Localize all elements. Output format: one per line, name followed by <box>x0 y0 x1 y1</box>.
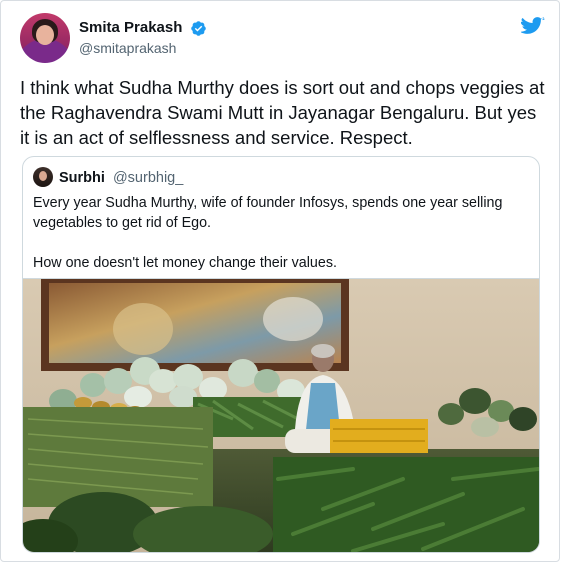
quoted-author-handle[interactable]: @surbhig_ <box>113 170 183 186</box>
photo-yellow-crate <box>330 419 428 453</box>
avatar-face <box>36 25 54 45</box>
author-display-name[interactable]: Smita Prakash <box>79 19 182 37</box>
quoted-text-line-2: How one doesn't let money change their v… <box>33 255 337 271</box>
quoted-author-display-name[interactable]: Surbhi <box>59 170 105 186</box>
photo-cucumbers <box>273 457 539 552</box>
twitter-bird-icon[interactable] <box>521 17 545 37</box>
quoted-tweet-text: Every year Sudha Murthy, wife of founder… <box>33 193 533 273</box>
tweet-card[interactable]: Smita Prakash @smitaprakash I think what… <box>0 0 560 562</box>
tweet-text: I think what Sudha Murthy does is sort o… <box>20 77 545 148</box>
quoted-text-line-1: Every year Sudha Murthy, wife of founder… <box>33 195 503 231</box>
verified-badge-icon <box>191 20 206 36</box>
quoted-author-info: Surbhi @surbhig_ <box>59 169 183 187</box>
quoted-author-avatar[interactable] <box>33 167 53 187</box>
photo-painting-figure <box>113 303 173 355</box>
quoted-avatar-face <box>39 171 47 181</box>
quoted-tweet[interactable]: Surbhi @surbhig_ Every year Sudha Murthy… <box>22 156 540 553</box>
author-info: Smita Prakash @smitaprakash <box>79 19 207 57</box>
author-handle[interactable]: @smitaprakash <box>79 39 207 57</box>
photo-painting-animal <box>263 297 323 341</box>
author-avatar[interactable] <box>20 13 70 63</box>
quoted-tweet-photo[interactable] <box>23 278 540 553</box>
